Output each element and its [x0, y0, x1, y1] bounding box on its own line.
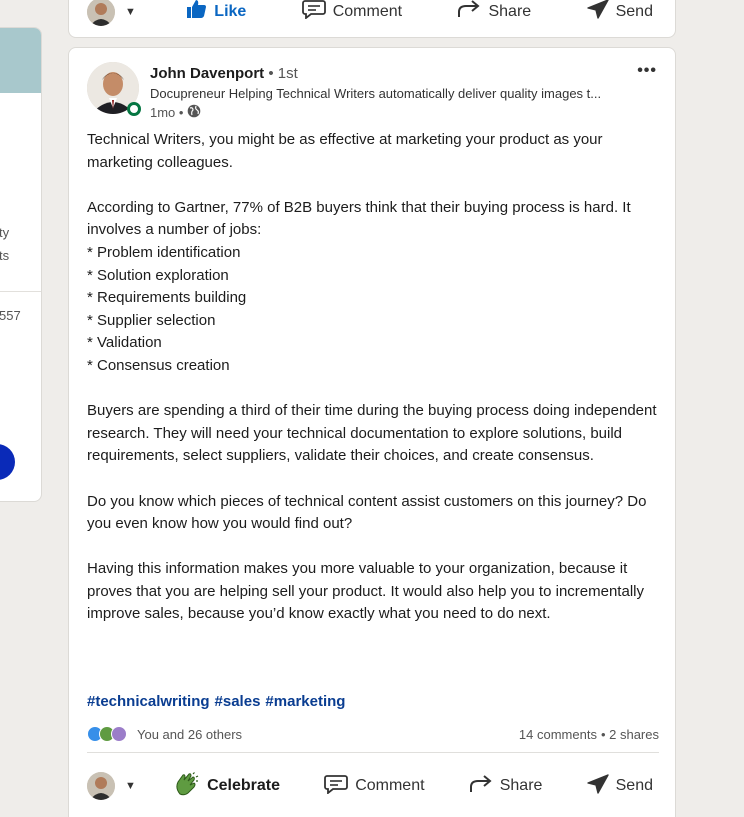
shares-count[interactable]: • 2 shares [601, 727, 659, 742]
comment-label: Comment [355, 777, 425, 794]
post-paragraph [87, 468, 667, 491]
post-list-item: * Supplier selection [87, 311, 216, 329]
send-label: Send [615, 777, 653, 794]
post-as-selector[interactable]: ▼ [87, 0, 136, 26]
send-button[interactable]: Send [581, 770, 659, 803]
insightful-reaction-icon [111, 726, 127, 742]
profile-banner [0, 28, 41, 93]
sidebar-primary-button[interactable] [0, 444, 15, 480]
hashtag-link[interactable]: #sales [215, 693, 261, 710]
author-name[interactable]: John Davenport [150, 65, 264, 82]
comment-icon [324, 774, 349, 799]
reactions-count: You and 26 others [137, 726, 243, 742]
post-paragraph: According to Gartner, 77% of B2B buyers … [87, 198, 635, 239]
feed-post: ••• John Davenport • 1st Docupreneur Hel… [68, 47, 676, 817]
more-options-icon[interactable]: ••• [637, 62, 657, 80]
social-counts: You and 26 others 14 comments • 2 shares [87, 722, 659, 746]
chevron-down-icon: ▼ [125, 780, 136, 792]
hashtag-link[interactable]: #marketing [265, 693, 345, 710]
send-icon [586, 0, 609, 24]
post-meta: 1mo • [150, 104, 201, 121]
share-label: Share [488, 2, 532, 20]
post-paragraph: Buyers are spending a third of their tim… [87, 402, 661, 465]
post-paragraph [87, 174, 667, 197]
connection-degree: • 1st [268, 65, 298, 82]
post-list-item: * Solution exploration [87, 266, 229, 284]
post-as-selector[interactable]: ▼ [87, 772, 136, 800]
like-button[interactable]: Like [179, 0, 252, 28]
post-body: Technical Writers, you might be as effec… [87, 129, 667, 626]
share-icon [457, 0, 481, 24]
sidebar-text-fragment: ty [0, 225, 10, 240]
send-button[interactable]: Send [581, 0, 659, 28]
previous-post-card: ▼ Like Comment Share Send [68, 0, 676, 38]
share-button[interactable]: Share [463, 770, 549, 803]
post-time: 1mo • [150, 105, 184, 120]
send-icon [586, 773, 609, 799]
profile-sidebar-card: ty ts 557 [0, 27, 42, 502]
share-button[interactable]: Share [451, 0, 537, 28]
post-list-item: * Problem identification [87, 243, 241, 261]
post-paragraph [87, 378, 667, 401]
clapping-hands-icon [174, 771, 200, 801]
author-line: John Davenport • 1st [150, 65, 298, 82]
chevron-down-icon: ▼ [125, 5, 136, 18]
share-label: Share [499, 777, 543, 794]
post-paragraph: Do you know which pieces of technical co… [87, 492, 651, 533]
share-icon [469, 774, 493, 799]
comment-icon [301, 0, 326, 24]
avatar [87, 0, 115, 26]
post-paragraph [87, 536, 667, 559]
thumbs-up-icon [185, 0, 207, 24]
comment-label: Comment [332, 2, 403, 20]
sidebar-text-fragment: ts [0, 248, 10, 263]
post-paragraph: Technical Writers, you might be as effec… [87, 131, 607, 171]
like-label: Like [214, 2, 247, 20]
avatar [87, 772, 115, 800]
hashtag-link[interactable]: #technicalwriting [87, 693, 210, 710]
hashtag-list: #technicalwriting #sales #marketing [87, 693, 345, 710]
post-action-bar: ▼ Celebrate Comment Share Send [87, 766, 659, 806]
post-list-item: * Validation [87, 334, 162, 352]
post-list-item: * Requirements building [87, 289, 247, 307]
sidebar-count: 557 [0, 308, 21, 323]
comment-button[interactable]: Comment [318, 770, 430, 803]
globe-icon [187, 104, 201, 121]
celebrate-button[interactable]: Celebrate [168, 768, 286, 805]
previous-post-action-bar: ▼ Like Comment Share Send [87, 0, 659, 28]
post-paragraph: Having this information makes you more v… [87, 560, 649, 623]
reactions-summary[interactable]: You and 26 others [87, 726, 242, 742]
comments-count[interactable]: 14 comments [519, 727, 597, 742]
divider [87, 752, 659, 753]
engagement-counts: 14 comments • 2 shares [519, 727, 659, 742]
send-label: Send [615, 2, 653, 20]
post-list-item: * Consensus creation [87, 356, 230, 374]
sidebar-divider [0, 291, 41, 292]
online-status-icon [127, 102, 141, 116]
author-headline: Docupreneur Helping Technical Writers au… [150, 86, 602, 101]
reaction-icons [87, 726, 127, 742]
comment-button[interactable]: Comment [296, 0, 408, 28]
celebrate-label: Celebrate [207, 777, 280, 794]
